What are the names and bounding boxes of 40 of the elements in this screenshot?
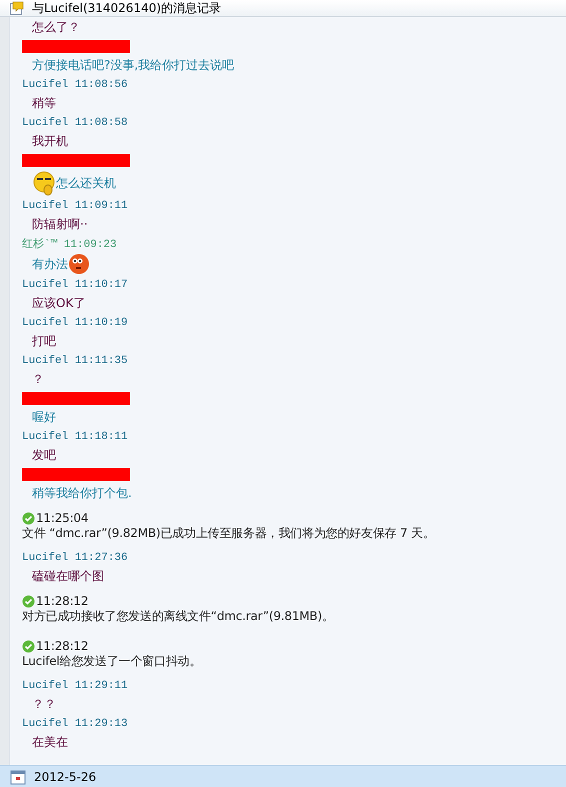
check-icon (22, 640, 35, 653)
message-text: 方便接电话吧?没事,我给你打过去说吧 (32, 57, 234, 74)
message-text: 防辐射啊·· (32, 216, 88, 233)
message-text: 应该OK了 (32, 295, 86, 312)
system-time: 11:28:12 (36, 639, 88, 653)
message-header: Lucifel 11:29:11 (22, 680, 128, 692)
check-icon (22, 595, 35, 608)
message-text: 打吧 (32, 333, 56, 350)
message-text: 我开机 (32, 133, 68, 150)
message-header: 红杉`™ 11:09:23 (22, 237, 117, 251)
message-header: Lucifel 11:10:17 (22, 278, 128, 290)
system-time: 11:25:04 (36, 511, 88, 525)
system-time: 11:28:12 (36, 594, 88, 608)
message-header: Lucifel 11:29:13 (22, 718, 128, 730)
message-text: 喔好 (32, 409, 56, 426)
message-text: 稍等我给你打个包. (32, 485, 132, 502)
message-header: Lucifel 11:11:35 (22, 354, 128, 366)
message-header: Lucifel 11:10:19 (22, 316, 128, 328)
message-text: ？？ (32, 696, 56, 713)
system-message: Lucifel给您发送了一个窗口抖动。 (22, 653, 202, 670)
message-header: Lucifel 11:27:36 (22, 552, 128, 564)
calendar-icon (10, 768, 26, 784)
date-label: 2012-5-26 (34, 770, 96, 784)
window-title: 与Lucifel(314026140)的消息记录 (32, 0, 222, 16)
message-header: Lucifel 11:08:56 (22, 78, 128, 90)
message-text: ？ (32, 371, 44, 388)
message-text: 怎么还关机 (56, 174, 116, 192)
message-text: 发吧 (32, 447, 56, 464)
message-text: 有办法 (32, 256, 68, 272)
message-header: Lucifel 11:09:11 (22, 200, 128, 212)
message-text: 怎么了？ (32, 19, 80, 36)
check-icon (22, 512, 35, 525)
message-text: 稍等 (32, 95, 56, 112)
message-header: Lucifel 11:18:11 (22, 430, 128, 442)
message-header: Lucifel 11:08:58 (22, 116, 128, 128)
system-message: 文件 “dmc.rar”(9.82MB)已成功上传至服务器，我们将为您的好友保存 7 天。 (22, 525, 436, 542)
message-text: 磕碰在哪个图 (32, 568, 104, 585)
system-message: 对方已成功接收了您发送的离线文件“dmc.rar”(9.81MB)。 (22, 608, 335, 625)
chat-icon (10, 1, 24, 15)
message-text: 在美在 (32, 734, 68, 751)
